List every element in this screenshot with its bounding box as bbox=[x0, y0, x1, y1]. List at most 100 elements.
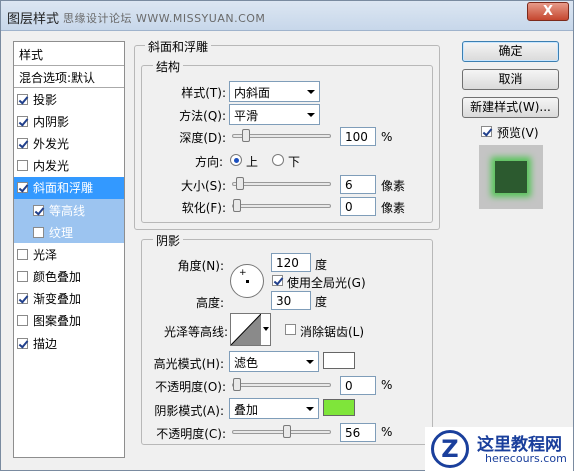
highlight-opacity-slider-track[interactable] bbox=[232, 383, 331, 387]
global-light-checkbox[interactable] bbox=[272, 275, 283, 286]
style-list-item-label: 图案叠加 bbox=[33, 314, 82, 329]
highlight-opacity-slider-thumb[interactable] bbox=[233, 378, 241, 391]
shadow-opacity-slider-thumb[interactable] bbox=[283, 425, 292, 438]
angle-input[interactable]: 120 bbox=[271, 253, 311, 272]
technique-select-value: 平滑 bbox=[234, 109, 259, 123]
shadow-opacity-unit: % bbox=[381, 425, 393, 439]
cancel-button[interactable]: 取消 bbox=[462, 69, 559, 90]
style-list-item-label: 斜面和浮雕 bbox=[33, 181, 94, 196]
size-slider-track[interactable] bbox=[232, 182, 331, 186]
style-select-value: 内斜面 bbox=[234, 86, 271, 100]
style-checkbox[interactable] bbox=[33, 226, 44, 238]
watermark-text: 思缘设计论坛 WWW.MISSYUAN.COM bbox=[63, 12, 266, 25]
style-checkbox[interactable] bbox=[17, 160, 28, 172]
highlight-mode-select[interactable]: 滤色 bbox=[229, 351, 319, 372]
direction-up-radio[interactable] bbox=[230, 154, 242, 166]
style-list-item[interactable]: 外发光 bbox=[14, 132, 124, 154]
contour-thumbnail-icon bbox=[231, 314, 261, 345]
size-unit: 像素 bbox=[381, 179, 406, 193]
shadow-mode-label: 阴影模式(A): bbox=[154, 404, 224, 418]
style-checkbox[interactable] bbox=[17, 337, 28, 349]
style-list-item[interactable]: 内阴影 bbox=[14, 110, 124, 132]
soften-input[interactable]: 0 bbox=[340, 197, 376, 216]
soften-slider-track[interactable] bbox=[232, 204, 331, 208]
style-list-item-label: 纹理 bbox=[49, 225, 74, 240]
highlight-opacity-unit: % bbox=[381, 378, 393, 392]
blending-options-item[interactable]: 混合选项:默认 bbox=[14, 66, 124, 88]
technique-label: 方法(Q): bbox=[179, 109, 226, 123]
style-list-panel: 样式 混合选项:默认 投影内阴影外发光内发光斜面和浮雕等高线纹理光泽颜色叠加渐变… bbox=[13, 41, 125, 458]
preview-checkbox[interactable] bbox=[481, 126, 492, 137]
shadow-color-swatch[interactable] bbox=[323, 399, 355, 416]
shading-title: 阴影 bbox=[153, 232, 184, 249]
logo-mark: Z bbox=[431, 430, 469, 468]
style-list-item[interactable]: 投影 bbox=[14, 88, 124, 110]
ok-button[interactable]: 确定 bbox=[462, 41, 559, 62]
anti-aliased-label: 消除锯齿(L) bbox=[300, 325, 365, 339]
style-label: 样式(T): bbox=[181, 86, 226, 100]
chevron-down-icon bbox=[303, 82, 319, 101]
style-checkbox[interactable] bbox=[17, 115, 28, 127]
angle-dial[interactable]: + bbox=[230, 264, 264, 298]
highlight-mode-label: 高光模式(H): bbox=[153, 357, 224, 371]
style-list-item[interactable]: 渐变叠加 bbox=[14, 288, 124, 310]
layer-style-dialog: 图层样式 思缘设计论坛 WWW.MISSYUAN.COM X 样式 混合选项:默… bbox=[0, 0, 574, 471]
style-list-item[interactable]: 光泽 bbox=[14, 243, 124, 265]
style-list-item-label: 外发光 bbox=[33, 136, 70, 151]
altitude-input[interactable]: 30 bbox=[271, 291, 311, 310]
direction-down-radio[interactable] bbox=[272, 154, 284, 166]
style-list-item[interactable]: 内发光 bbox=[14, 155, 124, 177]
style-checkbox[interactable] bbox=[17, 137, 28, 149]
style-list-item-label: 投影 bbox=[33, 92, 58, 107]
style-list-item[interactable]: 纹理 bbox=[14, 221, 124, 244]
style-list-item[interactable]: 描边 bbox=[14, 332, 124, 354]
shadow-mode-select[interactable]: 叠加 bbox=[229, 398, 319, 419]
style-preview-thumbnail bbox=[479, 145, 543, 209]
shadow-opacity-slider-track[interactable] bbox=[232, 430, 331, 434]
style-checkbox[interactable] bbox=[33, 204, 44, 216]
chevron-down-icon bbox=[302, 399, 318, 418]
style-checkbox[interactable] bbox=[17, 93, 28, 105]
style-checkbox[interactable] bbox=[17, 248, 28, 260]
technique-select[interactable]: 平滑 bbox=[229, 104, 320, 125]
size-label: 大小(S): bbox=[180, 179, 226, 193]
angle-label: 角度(N): bbox=[177, 259, 224, 273]
chevron-down-icon bbox=[302, 352, 318, 371]
anti-aliased-checkbox[interactable] bbox=[285, 324, 296, 335]
style-list-item-label: 描边 bbox=[33, 336, 58, 351]
soften-slider-thumb[interactable] bbox=[233, 199, 241, 212]
styles-header[interactable]: 样式 bbox=[14, 42, 124, 66]
altitude-label: 高度: bbox=[195, 296, 224, 310]
gloss-contour-picker[interactable] bbox=[230, 313, 271, 346]
style-list-item-label: 内阴影 bbox=[33, 114, 70, 129]
style-list-item-label: 颜色叠加 bbox=[33, 270, 82, 285]
window-title: 图层样式 bbox=[7, 12, 60, 27]
new-style-button[interactable]: 新建样式(W)... bbox=[462, 97, 559, 118]
style-list-item[interactable]: 颜色叠加 bbox=[14, 266, 124, 288]
shadow-opacity-input[interactable]: 56 bbox=[340, 423, 376, 442]
style-checkbox[interactable] bbox=[17, 182, 28, 194]
style-checkbox[interactable] bbox=[17, 315, 28, 327]
depth-slider-thumb[interactable] bbox=[242, 129, 250, 142]
depth-label: 深度(D): bbox=[179, 131, 226, 145]
highlight-color-swatch[interactable] bbox=[323, 352, 355, 369]
style-list-item[interactable]: 斜面和浮雕 bbox=[14, 176, 124, 199]
depth-unit: % bbox=[381, 130, 393, 144]
bevel-emboss-title: 斜面和浮雕 bbox=[145, 38, 212, 55]
soften-label: 软化(F): bbox=[181, 201, 226, 215]
style-list-item[interactable]: 图案叠加 bbox=[14, 310, 124, 332]
highlight-opacity-input[interactable]: 0 bbox=[340, 376, 376, 395]
style-list-item[interactable]: 等高线 bbox=[14, 198, 124, 222]
depth-input[interactable]: 100 bbox=[340, 127, 376, 146]
highlight-mode-value: 滤色 bbox=[234, 356, 259, 370]
style-checkbox[interactable] bbox=[17, 293, 28, 305]
highlight-opacity-label: 不透明度(O): bbox=[155, 380, 226, 394]
close-button[interactable]: X bbox=[527, 2, 569, 21]
gloss-contour-label: 光泽等高线: bbox=[163, 325, 228, 339]
size-input[interactable]: 6 bbox=[340, 175, 376, 194]
size-slider-thumb[interactable] bbox=[235, 177, 244, 190]
style-checkbox[interactable] bbox=[17, 271, 28, 283]
style-select[interactable]: 内斜面 bbox=[229, 81, 320, 102]
direction-label: 方向: bbox=[194, 155, 223, 169]
angle-crosshair-icon: + bbox=[239, 268, 247, 278]
